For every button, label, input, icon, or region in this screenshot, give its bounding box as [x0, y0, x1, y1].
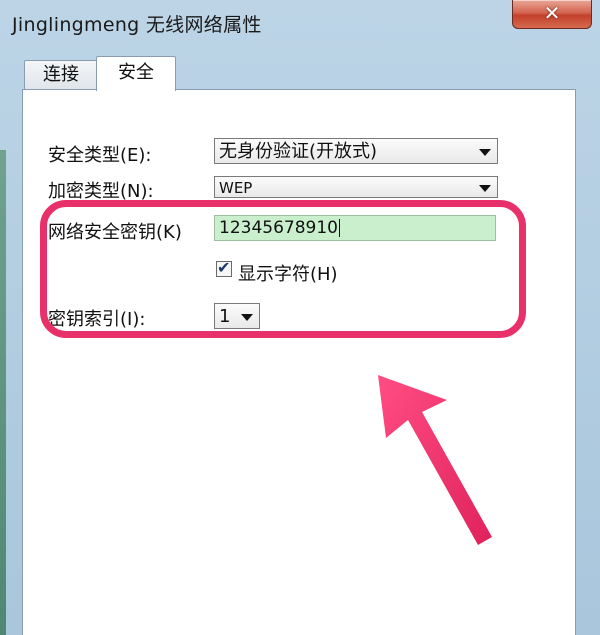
chevron-down-icon: [479, 185, 491, 192]
window-title: Jinglingmeng 无线网络属性: [12, 14, 262, 36]
key-index-select[interactable]: 1: [214, 303, 260, 329]
chevron-down-icon: [479, 149, 491, 156]
security-type-value: 无身份验证(开放式): [219, 141, 378, 162]
close-button[interactable]: ✕: [512, 0, 592, 29]
chevron-down-icon: [241, 314, 253, 321]
encryption-type-label: 加密类型(N):: [48, 181, 154, 202]
show-characters-label[interactable]: 显示字符(H): [238, 260, 338, 286]
network-key-value: 12345678910: [219, 218, 338, 238]
tab-connection[interactable]: 连接: [24, 60, 98, 89]
title-bar[interactable]: Jinglingmeng 无线网络属性 ✕: [0, 0, 600, 44]
network-key-input[interactable]: 12345678910: [214, 215, 496, 241]
network-key-label: 网络安全密钥(K): [48, 222, 182, 243]
key-index-label: 密钥索引(I):: [48, 309, 146, 330]
text-cursor: [338, 219, 340, 237]
key-index-value: 1: [219, 306, 231, 327]
security-type-select[interactable]: 无身份验证(开放式): [214, 138, 498, 164]
security-type-label: 安全类型(E):: [48, 145, 152, 166]
background-window-edge: [0, 150, 6, 635]
checkmark-icon: ✔: [217, 258, 231, 277]
encryption-type-select[interactable]: WEP: [214, 176, 498, 198]
close-icon: ✕: [543, 1, 561, 25]
tab-strip: 连接 安全: [24, 56, 584, 91]
show-characters-checkbox[interactable]: ✔: [216, 258, 232, 277]
encryption-type-value: WEP: [219, 179, 253, 197]
security-tab-panel: [22, 89, 576, 635]
wireless-properties-window: Jinglingmeng 无线网络属性 ✕ 连接 安全 安全类型(E): 无身份…: [0, 0, 600, 635]
tab-security[interactable]: 安全: [96, 56, 176, 91]
